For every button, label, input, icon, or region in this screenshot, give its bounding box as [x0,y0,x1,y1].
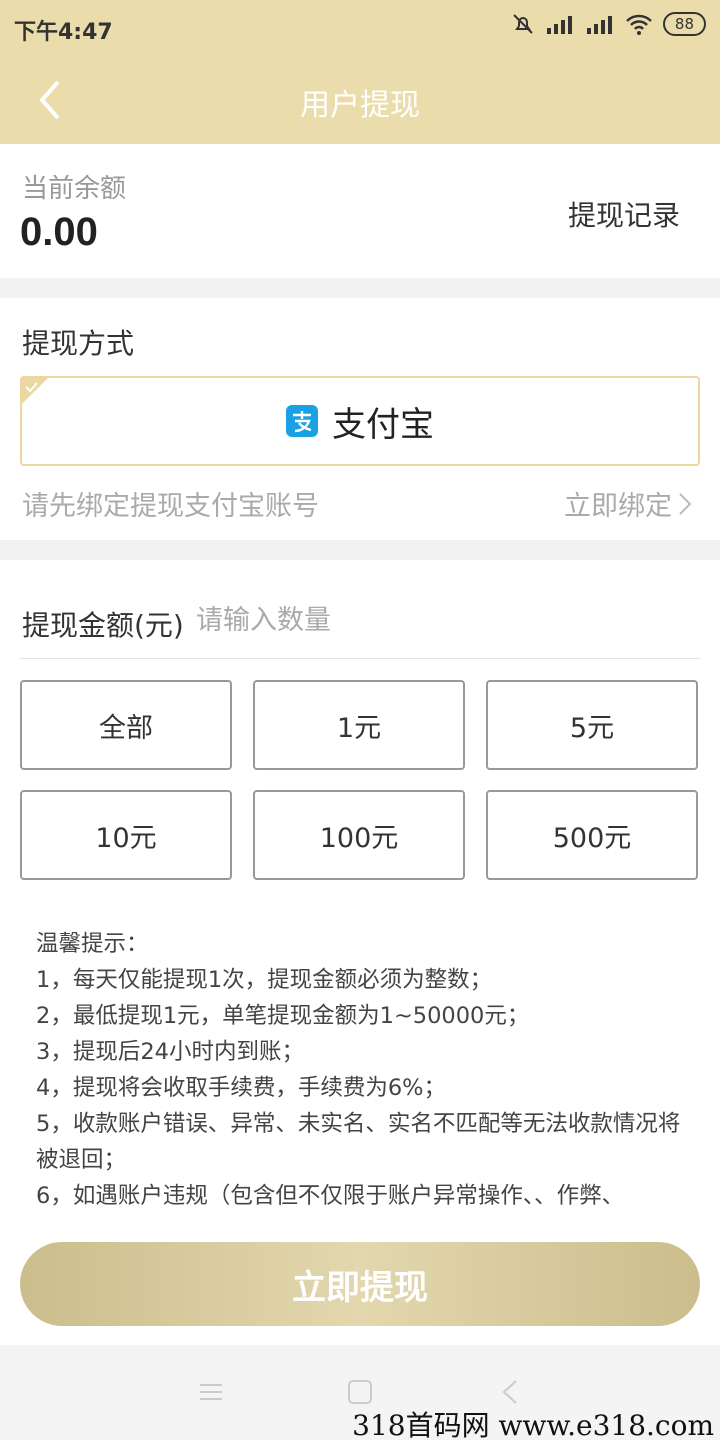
alipay-option[interactable]: 支付宝 [20,376,700,466]
selected-check-icon [22,378,48,404]
status-time: 下午4:47 [14,20,113,45]
signal-icon-2 [586,16,612,34]
chevron-right-icon [679,492,692,515]
amount-option-100[interactable]: 100元 [253,790,465,880]
tip-item: 2，最低提现1元，单笔提现金额为1~50000元； [36,1003,530,1029]
balance-label: 当前余额 [22,174,127,204]
battery-indicator: 88 [662,12,706,36]
bind-hint: 请先绑定提现支付宝账号 [22,491,319,522]
wifi-icon [626,14,652,35]
tips-block[interactable]: 温馨提示： 1，每天仅能提现1次，提现金额必须为整数； 2，最低提现1元，单笔提… [36,926,686,1222]
balance-value: 0.00 [20,210,98,254]
tips-title: 温馨提示： [36,931,149,957]
withdraw-submit-button[interactable]: 立即提现 [20,1242,700,1326]
status-icons: 88 [511,12,706,36]
tip-item: 4，提现将会收取手续费，手续费为6%； [36,1075,447,1101]
tip-item: 6，如遇账户违规（包含但不仅限于账户异常操作、、作弊、 [36,1183,625,1209]
signal-icon [546,16,572,34]
tip-item: 5，收款账户错误、异常、未实名、实名不匹配等无法收款情况将被退回； [36,1111,681,1173]
page-title: 用户提现 [300,88,420,123]
bind-now-link[interactable]: 立即绑定 [564,484,692,523]
tip-item: 1，每天仅能提现1次，提现金额必须为整数； [36,967,493,993]
menu-icon[interactable] [198,1379,224,1405]
back-triangle-icon[interactable] [500,1379,522,1405]
amount-option-5[interactable]: 5元 [486,680,698,770]
amount-option-all[interactable]: 全部 [20,680,232,770]
nav-bar: 用户提现 [0,56,720,144]
amount-input[interactable] [196,600,676,640]
amount-label: 提现金额(元) [22,609,184,642]
bind-now-label: 立即绑定 [564,491,672,522]
divider [20,658,700,659]
method-label: 提现方式 [22,327,135,360]
status-bar: 下午4:47 88 [0,0,720,56]
amount-option-500[interactable]: 500元 [486,790,698,880]
balance-card: 当前余额 0.00 提现记录 [0,144,720,278]
method-card: 提现方式 支付宝 请先绑定提现支付宝账号 立即绑定 [0,298,720,540]
home-square-icon[interactable] [347,1379,373,1405]
mute-bell-icon [513,14,533,34]
alipay-icon [286,405,318,437]
alipay-label: 支付宝 [332,404,434,445]
withdraw-record-link[interactable]: 提现记录 [568,194,680,234]
amount-card: 提现金额(元) 全部 1元 5元 10元 100元 500元 温馨提示： 1，每… [0,560,720,1360]
amount-option-1[interactable]: 1元 [253,680,465,770]
tip-item: 3，提现后24小时内到账； [36,1039,304,1065]
amount-option-10[interactable]: 10元 [20,790,232,880]
watermark: 318首码网 www.e318.com [352,1409,714,1440]
